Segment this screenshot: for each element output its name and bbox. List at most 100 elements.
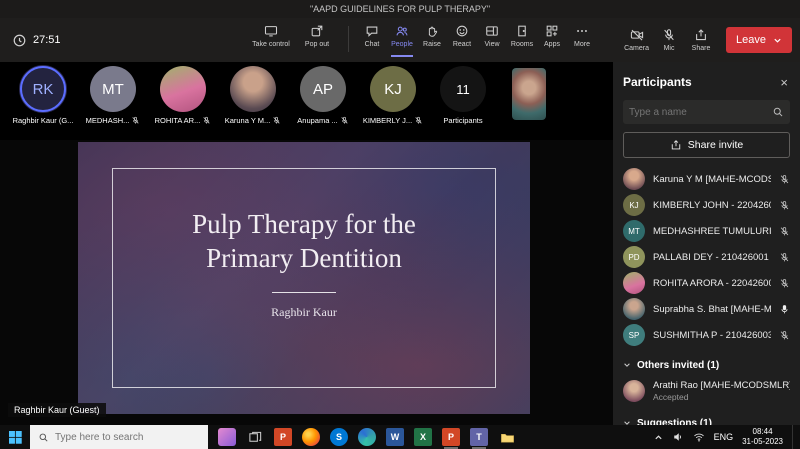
participant-row[interactable]: SP SUSHMITHA P - 210426003: [623, 322, 790, 348]
pinned-apps: P S W X P T: [218, 428, 516, 446]
participant-row[interactable]: Karuna Y M [MAHE-MCODSMLR]: [623, 166, 790, 192]
avatar-text: AP: [313, 81, 333, 98]
word-icon[interactable]: W: [386, 428, 404, 446]
tab-chat[interactable]: Chat: [357, 22, 387, 50]
language-indicator[interactable]: ENG: [714, 432, 734, 442]
tab-rooms[interactable]: Rooms: [507, 22, 537, 50]
react-smiley-icon: [455, 24, 469, 38]
edge-icon[interactable]: [358, 428, 376, 446]
leave-button[interactable]: Leave: [726, 27, 792, 53]
mic-toggle-button[interactable]: Mic: [654, 26, 684, 54]
tab-react[interactable]: React: [447, 22, 477, 50]
participant-name: Suprabha S. Bhat [MAHE-MCOD...: [653, 304, 771, 315]
mic-muted-icon[interactable]: [779, 252, 790, 263]
mic-muted-icon[interactable]: [779, 226, 790, 237]
avatar-text: RK: [33, 81, 54, 98]
people-icon: [395, 24, 409, 38]
tile-name-label: Karuna Y M...: [225, 116, 271, 125]
firefox-icon[interactable]: [302, 428, 320, 446]
video-tile-anupama[interactable]: AP Anupama ...: [288, 66, 358, 125]
mic-muted-icon: [202, 116, 211, 125]
photos-app-icon[interactable]: [218, 428, 236, 446]
share-icon: [694, 28, 708, 42]
panel-title: Participants: [623, 75, 692, 89]
mic-muted-icon[interactable]: [779, 200, 790, 211]
participant-count-label: Participants: [443, 116, 482, 125]
pop-out-button[interactable]: Pop out: [294, 22, 340, 50]
avatar-text: PD: [628, 253, 639, 262]
teams-icon[interactable]: T: [470, 428, 488, 446]
clock-time: 08:44: [753, 427, 773, 437]
video-tile-karuna[interactable]: Karuna Y M...: [218, 66, 288, 125]
task-view-icon[interactable]: [246, 428, 264, 446]
close-panel-icon[interactable]: ×: [778, 75, 790, 90]
suggestions-label: Suggestions (1): [637, 418, 712, 426]
meeting-timer: 27:51: [12, 33, 61, 48]
volume-icon[interactable]: [672, 431, 684, 443]
take-control-icon: [264, 24, 278, 38]
mic-live-icon[interactable]: [779, 304, 790, 315]
tray-expand-icon[interactable]: [654, 433, 663, 442]
others-invited-section-header[interactable]: Others invited (1): [623, 354, 790, 376]
tab-raise[interactable]: Raise: [417, 22, 447, 50]
rooms-label: Rooms: [511, 41, 533, 48]
participant-row[interactable]: MT MEDHASHREE TUMULURI - 220...: [623, 218, 790, 244]
share-invite-button[interactable]: Share invite: [623, 132, 790, 158]
participant-row[interactable]: PD PALLABI DEY - 210426001: [623, 244, 790, 270]
avatar-text: MT: [628, 227, 640, 236]
video-tile-medhashree[interactable]: MT MEDHASH...: [78, 66, 148, 125]
participant-search[interactable]: [623, 100, 790, 124]
camera-label: Camera: [624, 45, 649, 52]
take-control-label: Take control: [252, 41, 290, 48]
start-button[interactable]: [0, 425, 30, 449]
more-label: More: [574, 41, 590, 48]
tab-people[interactable]: People: [387, 22, 417, 50]
taskbar-search-input[interactable]: [55, 432, 200, 443]
leave-chevron-icon[interactable]: [773, 36, 782, 45]
avatar-initials: MT: [90, 66, 136, 112]
folder-icon[interactable]: [498, 428, 516, 446]
mic-muted-icon[interactable]: [779, 278, 790, 289]
search-icon: [772, 106, 784, 118]
mic-muted-icon[interactable]: [779, 330, 790, 341]
video-tile-rohita[interactable]: ROHITA AR...: [148, 66, 218, 125]
raise-hand-icon: [425, 24, 439, 38]
taskbar-clock[interactable]: 08:44 31-05-2023: [742, 427, 783, 447]
overflow-participants-tile[interactable]: 11 Participants: [428, 66, 498, 125]
participant-search-input[interactable]: [629, 107, 772, 118]
chat-label: Chat: [365, 41, 380, 48]
tab-view[interactable]: View: [477, 22, 507, 50]
avatar-text: MT: [102, 81, 124, 98]
participant-row[interactable]: ROHITA ARORA - 220426001 - ...: [623, 270, 790, 296]
rooms-door-icon: [515, 24, 529, 38]
excel-icon[interactable]: X: [414, 428, 432, 446]
mic-muted-icon: [340, 116, 349, 125]
skype-icon[interactable]: S: [330, 428, 348, 446]
invited-row[interactable]: Arathi Rao [MAHE-MCODSMLR] Accepted: [623, 376, 790, 406]
share-content-button[interactable]: Share: [686, 26, 716, 54]
mic-muted-icon[interactable]: [779, 174, 790, 185]
meeting-toolbar: 27:51 Take control Pop out Chat: [0, 18, 800, 62]
toolbar-right: Camera Mic Share Leave: [621, 26, 792, 54]
network-icon[interactable]: [693, 431, 705, 443]
action-center-strip[interactable]: [792, 425, 798, 449]
video-tile-raghbir[interactable]: RK Raghbir Kaur (G...: [8, 66, 78, 125]
powerpoint-open-icon[interactable]: P: [442, 428, 460, 446]
mic-muted-icon: [272, 116, 281, 125]
avatar-initials: SP: [623, 324, 645, 346]
avatar-text: SP: [629, 331, 640, 340]
camera-toggle-button[interactable]: Camera: [621, 26, 652, 54]
suggestions-section-header[interactable]: Suggestions (1): [623, 412, 790, 425]
self-video-tile[interactable]: [512, 68, 546, 120]
video-tile-kimberly[interactable]: KJ KIMBERLY J...: [358, 66, 428, 125]
participant-row[interactable]: KJ KIMBERLY JOHN - 220426002 - ...: [623, 192, 790, 218]
more-actions-button[interactable]: More: [567, 22, 597, 50]
powerpoint-icon[interactable]: P: [274, 428, 292, 446]
apps-grid-icon: [545, 24, 559, 38]
participant-name: PALLABI DEY - 210426001: [653, 252, 771, 263]
take-control-button[interactable]: Take control: [248, 22, 294, 50]
avatar-text: KJ: [629, 201, 638, 210]
tab-apps[interactable]: Apps: [537, 22, 567, 50]
taskbar-search[interactable]: [30, 425, 208, 449]
participant-row[interactable]: Suprabha S. Bhat [MAHE-MCOD...: [623, 296, 790, 322]
